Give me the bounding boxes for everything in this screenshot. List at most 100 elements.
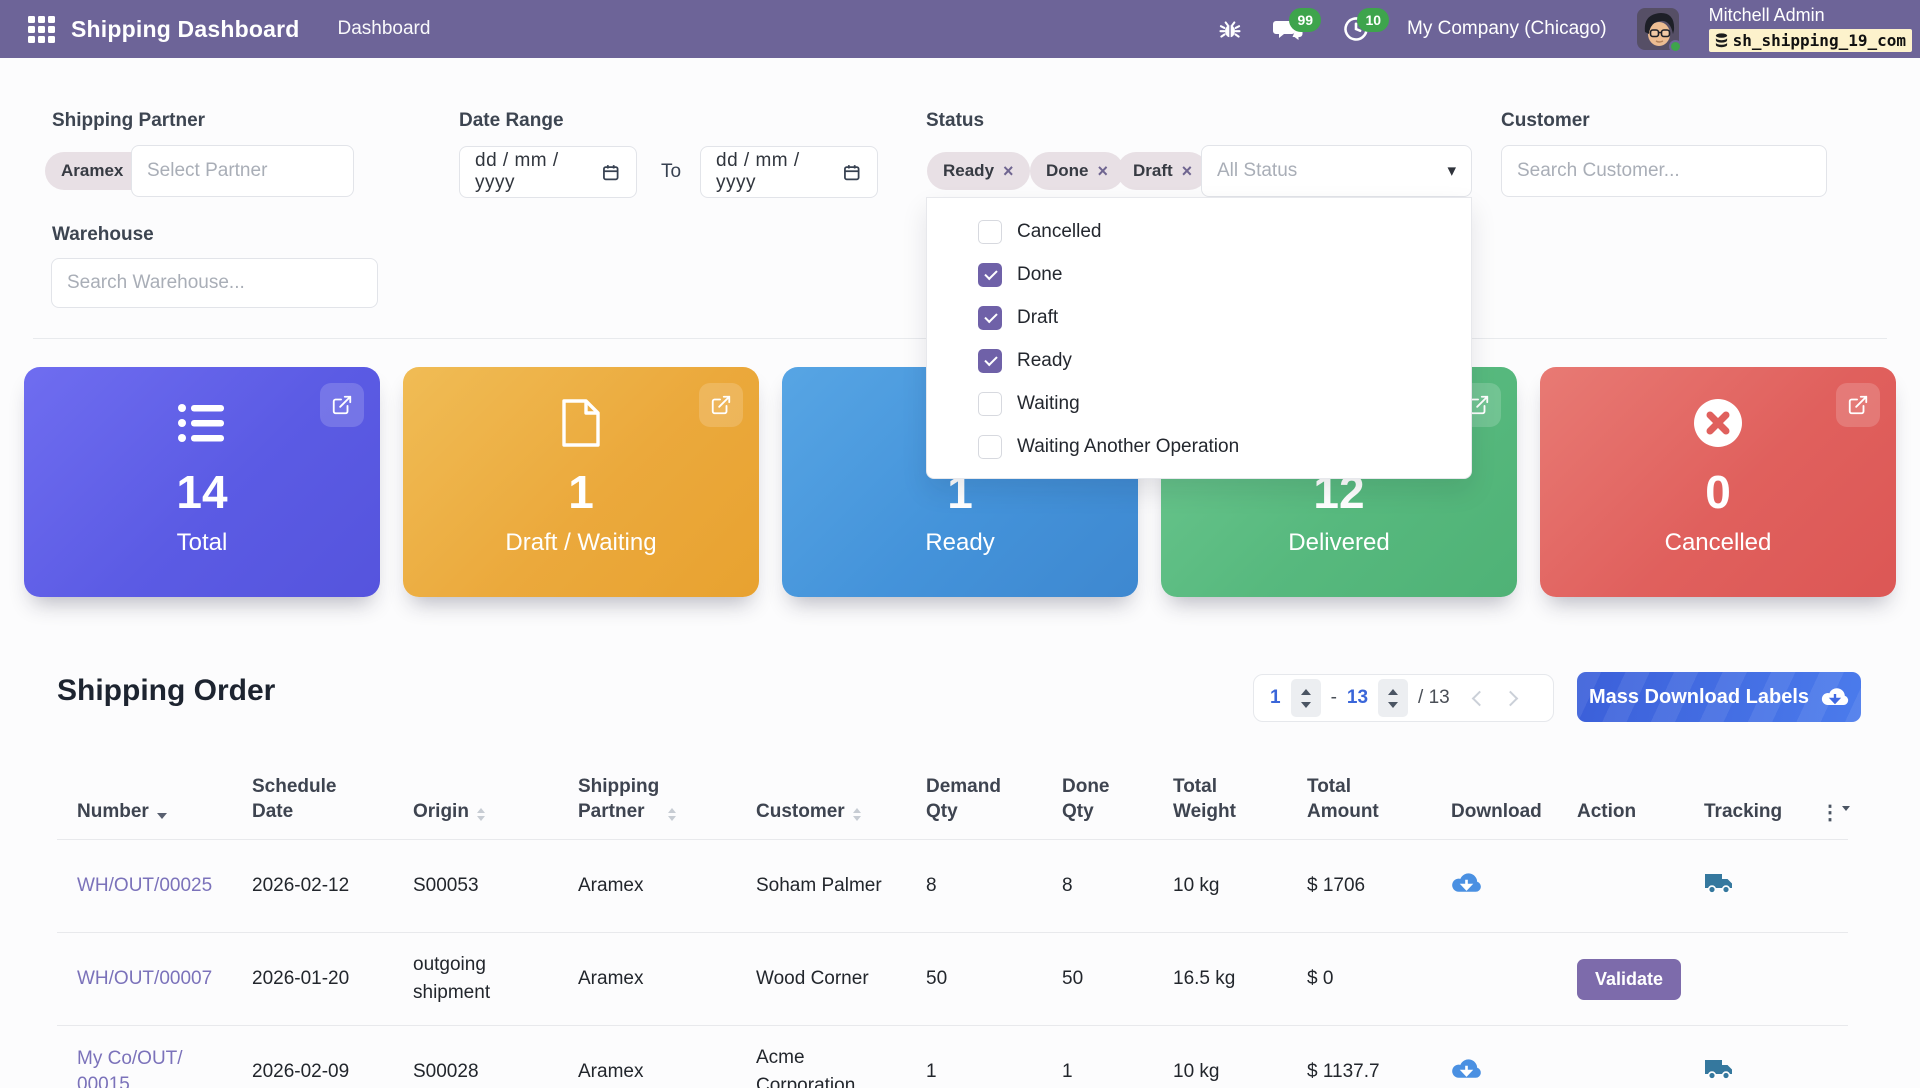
- demand-qty-cell: 50: [906, 968, 1042, 990]
- header-label: Shipping Partner: [578, 774, 660, 825]
- header-label: Download: [1451, 799, 1542, 825]
- status-option-draft[interactable]: Draft: [927, 296, 1471, 339]
- mass-download-labels-button[interactable]: Mass Download Labels: [1577, 672, 1861, 722]
- schedule-date-cell: 2026-02-09: [232, 1061, 393, 1083]
- checkbox[interactable]: [978, 263, 1002, 287]
- pager-dash: -: [1331, 687, 1337, 709]
- col-header-download[interactable]: Download: [1431, 799, 1557, 839]
- pager-end-value[interactable]: 13: [1347, 687, 1368, 709]
- shipping-partner-cell: Aramex: [558, 1061, 736, 1083]
- col-header-origin[interactable]: Origin: [393, 799, 558, 839]
- sort-desc-icon[interactable]: [157, 813, 167, 819]
- apps-grid-icon[interactable]: [28, 16, 55, 43]
- pager-start-stepper[interactable]: [1291, 679, 1321, 717]
- warehouse-search-input[interactable]: Search Warehouse...: [51, 258, 378, 308]
- total-amount-cell: $ 1706: [1287, 875, 1431, 897]
- col-header-schedule-date[interactable]: Schedule Date: [232, 774, 393, 839]
- status-tag-draft[interactable]: Draft×: [1117, 152, 1208, 190]
- kpi-card-cancelled[interactable]: 0 Cancelled: [1540, 367, 1896, 597]
- remove-tag-icon[interactable]: ×: [1003, 162, 1014, 180]
- checkbox[interactable]: [978, 392, 1002, 416]
- col-header-action[interactable]: Action: [1557, 799, 1684, 839]
- kpi-label: Total: [24, 529, 380, 557]
- calendar-icon[interactable]: [842, 162, 862, 182]
- col-header-customer[interactable]: Customer: [736, 799, 906, 839]
- done-qty-cell: 50: [1042, 968, 1153, 990]
- date-to-word: To: [661, 161, 681, 183]
- col-header-done-qty[interactable]: Done Qty: [1042, 774, 1153, 839]
- date-to-input[interactable]: dd / mm / yyyy: [700, 146, 878, 198]
- tracking-truck-icon[interactable]: [1704, 1057, 1734, 1081]
- order-number-link[interactable]: My Co/​OUT/​00015: [77, 1046, 195, 1088]
- sort-icon[interactable]: [477, 808, 485, 821]
- status-option-done[interactable]: Done: [927, 253, 1471, 296]
- table-header-row: Number Schedule Date Origin Shipping Par…: [57, 750, 1848, 840]
- shipping-dashboard-page: Shipping Dashboard Dashboard 99: [0, 0, 1920, 1088]
- pager-start-value[interactable]: 1: [1270, 687, 1281, 709]
- customer-cell: Soham Palmer: [756, 872, 882, 900]
- remove-tag-icon[interactable]: ×: [1098, 162, 1109, 180]
- validate-button[interactable]: Validate: [1577, 959, 1681, 1000]
- checkbox[interactable]: [978, 306, 1002, 330]
- tracking-truck-icon[interactable]: [1704, 871, 1734, 895]
- table-row[interactable]: My Co/​OUT/​00015 2026-02-09 S00028 Aram…: [57, 1026, 1848, 1088]
- order-number-link[interactable]: WH/​OUT/​00007: [77, 966, 212, 992]
- company-switcher[interactable]: My Company (Chicago): [1407, 18, 1607, 40]
- download-label-cloud-icon[interactable]: [1451, 871, 1482, 895]
- col-header-shipping-partner[interactable]: Shipping Partner: [558, 774, 736, 839]
- database-icon: [1715, 33, 1728, 48]
- calendar-icon[interactable]: [601, 162, 621, 182]
- status-option-ready[interactable]: Ready: [927, 339, 1471, 382]
- user-block[interactable]: Mitchell Admin sh_shipping_19_com: [1709, 6, 1912, 52]
- shipping-partner-label: Shipping Partner: [52, 110, 205, 132]
- menu-dashboard[interactable]: Dashboard: [338, 18, 431, 40]
- kpi-value: 0: [1540, 469, 1896, 515]
- col-header-number[interactable]: Number: [57, 799, 232, 839]
- sort-icon[interactable]: [853, 808, 861, 821]
- status-option-waiting-another-operation[interactable]: Waiting Another Operation: [927, 425, 1471, 468]
- status-option-waiting[interactable]: Waiting: [927, 382, 1471, 425]
- order-number-link[interactable]: WH/​OUT/​00025: [77, 873, 212, 899]
- status-select[interactable]: All Status ▾: [1201, 145, 1472, 197]
- col-header-demand-qty[interactable]: Demand Qty: [906, 774, 1042, 839]
- sort-icon[interactable]: [668, 808, 676, 821]
- status-label: Status: [926, 110, 984, 132]
- col-header-total-amount[interactable]: Total Amount: [1287, 774, 1431, 839]
- col-header-total-weight[interactable]: Total Weight: [1153, 774, 1287, 839]
- activities-clock-icon[interactable]: 10: [1339, 12, 1373, 46]
- user-avatar[interactable]: [1637, 8, 1679, 50]
- kpi-card-total[interactable]: 14 Total: [24, 367, 380, 597]
- app-title[interactable]: Shipping Dashboard: [71, 16, 300, 43]
- header-label: Number: [77, 799, 149, 825]
- checkbox[interactable]: [978, 349, 1002, 373]
- top-navbar: Shipping Dashboard Dashboard 99: [0, 0, 1920, 58]
- table-row[interactable]: WH/​OUT/​00025 2026-02-12 S00053 Aramex …: [57, 840, 1848, 933]
- checkbox[interactable]: [978, 220, 1002, 244]
- col-header-options[interactable]: ⋮: [1800, 803, 1848, 839]
- pager-next-icon[interactable]: [1502, 690, 1518, 706]
- messages-icon[interactable]: 99: [1271, 12, 1305, 46]
- pager-end-stepper[interactable]: [1378, 679, 1408, 717]
- debug-bug-icon[interactable]: [1213, 12, 1247, 46]
- external-link-icon[interactable]: [1836, 383, 1880, 427]
- partner-search-input[interactable]: Select Partner: [131, 145, 354, 197]
- chevron-down-icon: ▾: [1447, 161, 1456, 181]
- shipping-partner-cell: Aramex: [558, 968, 736, 990]
- kpi-card-draft-waiting[interactable]: 1 Draft / Waiting: [403, 367, 759, 597]
- customer-search-input[interactable]: Search Customer...: [1501, 145, 1827, 197]
- external-link-icon[interactable]: [699, 383, 743, 427]
- checkbox[interactable]: [978, 435, 1002, 459]
- pager-prev-icon[interactable]: [1471, 690, 1487, 706]
- remove-tag-icon[interactable]: ×: [1182, 162, 1193, 180]
- col-header-tracking[interactable]: Tracking: [1684, 799, 1800, 839]
- date-from-input[interactable]: dd / mm / yyyy: [459, 146, 637, 198]
- column-options-icon[interactable]: ⋮: [1820, 803, 1850, 825]
- download-label-cloud-icon[interactable]: [1451, 1057, 1482, 1081]
- status-option-cancelled[interactable]: Cancelled: [927, 210, 1471, 253]
- status-tag-done[interactable]: Done×: [1030, 152, 1124, 190]
- external-link-icon[interactable]: [320, 383, 364, 427]
- topbar-right: 99 10 My Company (Chicago): [1213, 6, 1920, 52]
- status-tag-ready[interactable]: Ready×: [927, 152, 1030, 190]
- status-dropdown-panel: Cancelled Done Draft Ready Waiting Waiti…: [926, 197, 1472, 479]
- table-row[interactable]: WH/​OUT/​00007 2026-01-20 outgoing shipm…: [57, 933, 1848, 1026]
